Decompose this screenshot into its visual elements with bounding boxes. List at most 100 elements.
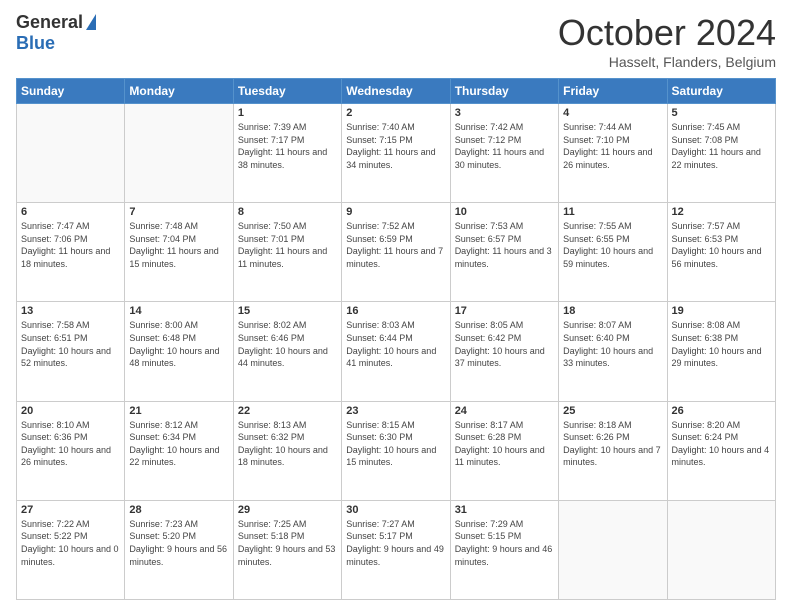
location-subtitle: Hasselt, Flanders, Belgium [558,54,776,70]
calendar-header: Sunday Monday Tuesday Wednesday Thursday… [17,79,776,104]
day-number: 13 [21,305,120,317]
day-info: Sunrise: 7:29 AM Sunset: 5:15 PM Dayligh… [455,518,554,568]
day-number: 27 [21,504,120,516]
day-number: 14 [129,305,228,317]
day-number: 3 [455,107,554,119]
table-row: 15Sunrise: 8:02 AM Sunset: 6:46 PM Dayli… [233,302,341,401]
day-info: Sunrise: 7:50 AM Sunset: 7:01 PM Dayligh… [238,220,337,270]
calendar-body: 1 Sunrise: 7:39 AM Sunset: 7:17 PM Daylig… [17,104,776,600]
table-row [667,500,775,599]
day-info: Sunrise: 7:53 AM Sunset: 6:57 PM Dayligh… [455,220,554,270]
table-row: 2 Sunrise: 7:40 AM Sunset: 7:15 PM Daylig… [342,104,450,203]
day-number: 18 [563,305,662,317]
day-info: Sunrise: 8:10 AM Sunset: 6:36 PM Dayligh… [21,419,120,469]
logo-general-text: General [16,12,83,33]
table-row: 13 Sunrise: 7:58 AM Sunset: 6:51 PM Dayli… [17,302,125,401]
table-row: 23 Sunrise: 8:15 AM Sunset: 6:30 PM Dayli… [342,401,450,500]
header: General Blue October 2024 Hasselt, Fland… [16,12,776,70]
day-number: 9 [346,206,445,218]
table-row [559,500,667,599]
table-row: 18 Sunrise: 8:07 AM Sunset: 6:40 PM Dayli… [559,302,667,401]
table-row: 14Sunrise: 8:00 AM Sunset: 6:48 PM Dayli… [125,302,233,401]
day-number: 24 [455,405,554,417]
col-sunday: Sunday [17,79,125,104]
day-number: 28 [129,504,228,516]
table-row: 19 Sunrise: 8:08 AM Sunset: 6:38 PM Dayli… [667,302,775,401]
day-number: 22 [238,405,337,417]
day-info: Sunrise: 8:08 AM Sunset: 6:38 PM Dayligh… [672,319,771,369]
table-row: 28Sunrise: 7:23 AM Sunset: 5:20 PM Dayli… [125,500,233,599]
day-number: 30 [346,504,445,516]
day-number: 7 [129,206,228,218]
day-number: 21 [129,405,228,417]
table-row: 1 Sunrise: 7:39 AM Sunset: 7:17 PM Daylig… [233,104,341,203]
table-row: 26 Sunrise: 8:20 AM Sunset: 6:24 PM Dayli… [667,401,775,500]
day-number: 2 [346,107,445,119]
table-row: 30Sunrise: 7:27 AM Sunset: 5:17 PM Dayli… [342,500,450,599]
day-number: 23 [346,405,445,417]
day-number: 16 [346,305,445,317]
table-row: 3Sunrise: 7:42 AM Sunset: 7:12 PM Daylig… [450,104,558,203]
day-info: Sunrise: 7:39 AM Sunset: 7:17 PM Dayligh… [238,121,337,171]
page: General Blue October 2024 Hasselt, Fland… [0,0,792,612]
day-number: 12 [672,206,771,218]
day-info: Sunrise: 7:40 AM Sunset: 7:15 PM Dayligh… [346,121,445,171]
day-number: 25 [563,405,662,417]
logo-blue-text: Blue [16,33,55,54]
table-row: 7 Sunrise: 7:48 AM Sunset: 7:04 PM Daylig… [125,203,233,302]
day-number: 19 [672,305,771,317]
header-row: Sunday Monday Tuesday Wednesday Thursday… [17,79,776,104]
col-wednesday: Wednesday [342,79,450,104]
day-number: 26 [672,405,771,417]
col-thursday: Thursday [450,79,558,104]
table-row: 4 Sunrise: 7:44 AM Sunset: 7:10 PM Daylig… [559,104,667,203]
day-info: Sunrise: 8:03 AM Sunset: 6:44 PM Dayligh… [346,319,445,369]
table-row: 10Sunrise: 7:53 AM Sunset: 6:57 PM Dayli… [450,203,558,302]
month-title: October 2024 [558,12,776,54]
day-info: Sunrise: 7:57 AM Sunset: 6:53 PM Dayligh… [672,220,771,270]
day-info: Sunrise: 7:48 AM Sunset: 7:04 PM Dayligh… [129,220,228,270]
day-number: 11 [563,206,662,218]
table-row: 12 Sunrise: 7:57 AM Sunset: 6:53 PM Dayli… [667,203,775,302]
day-number: 31 [455,504,554,516]
day-info: Sunrise: 7:55 AM Sunset: 6:55 PM Dayligh… [563,220,662,270]
col-saturday: Saturday [667,79,775,104]
day-info: Sunrise: 7:47 AM Sunset: 7:06 PM Dayligh… [21,220,120,270]
logo: General Blue [16,12,96,54]
col-friday: Friday [559,79,667,104]
table-row: 8 Sunrise: 7:50 AM Sunset: 7:01 PM Daylig… [233,203,341,302]
col-tuesday: Tuesday [233,79,341,104]
table-row [125,104,233,203]
day-number: 6 [21,206,120,218]
table-row: 24Sunrise: 8:17 AM Sunset: 6:28 PM Dayli… [450,401,558,500]
day-info: Sunrise: 8:13 AM Sunset: 6:32 PM Dayligh… [238,419,337,469]
day-info: Sunrise: 7:52 AM Sunset: 6:59 PM Dayligh… [346,220,445,270]
logo-triangle-icon [86,14,96,30]
col-monday: Monday [125,79,233,104]
day-number: 4 [563,107,662,119]
table-row: 11 Sunrise: 7:55 AM Sunset: 6:55 PM Dayli… [559,203,667,302]
day-info: Sunrise: 8:18 AM Sunset: 6:26 PM Dayligh… [563,419,662,469]
day-info: Sunrise: 8:20 AM Sunset: 6:24 PM Dayligh… [672,419,771,469]
day-info: Sunrise: 8:02 AM Sunset: 6:46 PM Dayligh… [238,319,337,369]
day-number: 29 [238,504,337,516]
day-info: Sunrise: 7:44 AM Sunset: 7:10 PM Dayligh… [563,121,662,171]
table-row: 22 Sunrise: 8:13 AM Sunset: 6:32 PM Dayli… [233,401,341,500]
day-info: Sunrise: 7:58 AM Sunset: 6:51 PM Dayligh… [21,319,120,369]
table-row [17,104,125,203]
table-row: 6 Sunrise: 7:47 AM Sunset: 7:06 PM Daylig… [17,203,125,302]
day-number: 1 [238,107,337,119]
day-info: Sunrise: 7:22 AM Sunset: 5:22 PM Dayligh… [21,518,120,568]
table-row: 29Sunrise: 7:25 AM Sunset: 5:18 PM Dayli… [233,500,341,599]
table-row: 31 Sunrise: 7:29 AM Sunset: 5:15 PM Dayli… [450,500,558,599]
table-row: 20Sunrise: 8:10 AM Sunset: 6:36 PM Dayli… [17,401,125,500]
day-number: 17 [455,305,554,317]
title-section: October 2024 Hasselt, Flanders, Belgium [558,12,776,70]
day-number: 8 [238,206,337,218]
day-info: Sunrise: 8:07 AM Sunset: 6:40 PM Dayligh… [563,319,662,369]
day-info: Sunrise: 7:45 AM Sunset: 7:08 PM Dayligh… [672,121,771,171]
day-number: 5 [672,107,771,119]
table-row: 17 Sunrise: 8:05 AM Sunset: 6:42 PM Dayli… [450,302,558,401]
day-info: Sunrise: 8:05 AM Sunset: 6:42 PM Dayligh… [455,319,554,369]
day-info: Sunrise: 8:15 AM Sunset: 6:30 PM Dayligh… [346,419,445,469]
